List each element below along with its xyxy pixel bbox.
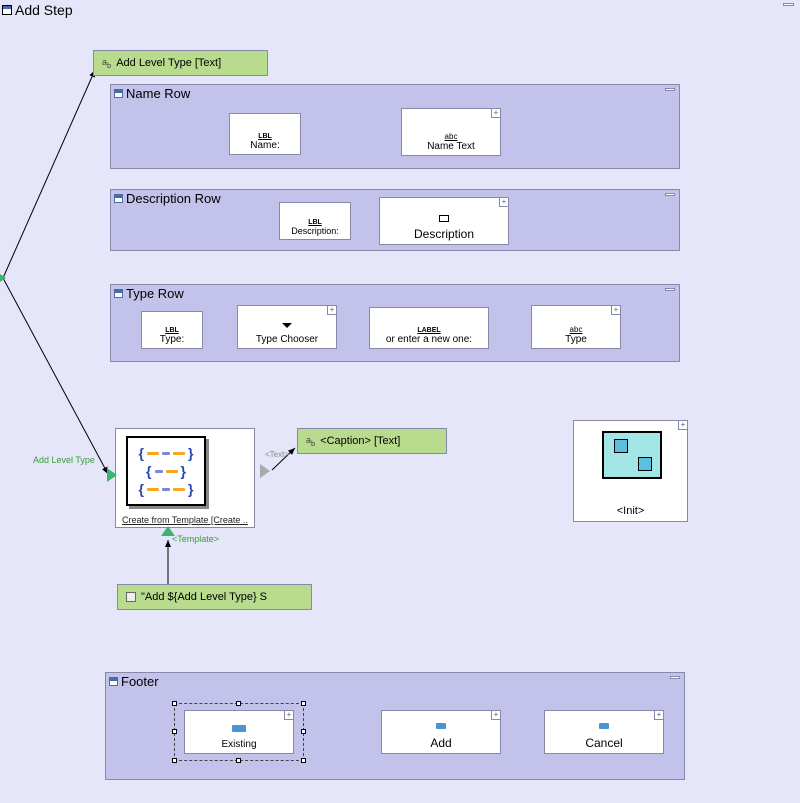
desc-row-title: Description Row [126, 191, 221, 206]
create-from-template-node[interactable]: {} {} {} Create from Template [Create .. [115, 428, 255, 528]
name-text-widget[interactable]: + abc Name Text [401, 108, 501, 156]
window-title: Add Step [15, 2, 73, 18]
port-text-out[interactable] [260, 464, 270, 478]
type-label-caption: Type: [145, 334, 199, 345]
expand-icon[interactable]: + [491, 711, 500, 720]
panel-minimize-icon[interactable] [665, 88, 675, 91]
window-title-bar: Add Step [0, 0, 75, 20]
panel-icon [109, 677, 118, 686]
or-enter-caption: or enter a new one: [373, 334, 485, 345]
expand-icon[interactable]: + [491, 109, 500, 118]
type-row-panel[interactable]: Type Row LBL Type: + Type Chooser LABEL … [110, 284, 680, 362]
rect-icon [439, 215, 449, 222]
panel-icon [114, 89, 123, 98]
name-label-widget[interactable]: LBL Name: [229, 113, 301, 155]
name-label-caption: Name: [233, 140, 297, 151]
panel-header: Footer [106, 673, 684, 690]
diagram-canvas[interactable]: Add Step ab Add Level Type [Text] Name R… [0, 0, 800, 803]
expand-icon[interactable]: + [327, 306, 336, 315]
panel-header: Name Row [111, 85, 679, 102]
type-text-widget[interactable]: + abc Type [531, 305, 621, 349]
expand-icon[interactable]: + [678, 421, 687, 430]
add-caption: Add [382, 736, 500, 750]
text-type-icon: ab [102, 57, 111, 70]
description-label-widget[interactable]: LBL Description: [279, 202, 351, 240]
lbl-icon: LBL [165, 327, 179, 334]
add-level-type-node[interactable]: ab Add Level Type [Text] [93, 50, 268, 76]
caption-node[interactable]: ab <Caption> [Text] [297, 428, 447, 454]
type-row-title: Type Row [126, 286, 184, 301]
port-text-label: <Text> [265, 450, 289, 459]
port-template-label: <Template> [172, 534, 219, 544]
init-caption: <Init> [574, 505, 687, 517]
footer-title: Footer [121, 674, 159, 689]
init-node[interactable]: + <Init> [573, 420, 688, 522]
cancel-caption: Cancel [545, 736, 663, 750]
type-chooser-widget[interactable]: + Type Chooser [237, 305, 337, 349]
panel-minimize-icon[interactable] [665, 288, 675, 291]
lbl-icon: LBL [308, 219, 322, 226]
button-icon [232, 725, 246, 732]
name-text-caption: Name Text [405, 141, 497, 152]
name-row-title: Name Row [126, 86, 190, 101]
template-caption: Create from Template [Create .. [118, 515, 252, 525]
panel-minimize-icon[interactable] [665, 193, 675, 196]
cancel-button-widget[interactable]: + Cancel [544, 710, 664, 754]
lbl-icon: LBL [258, 133, 272, 140]
text-type-icon: ab [306, 435, 315, 448]
type-chooser-caption: Type Chooser [241, 334, 333, 345]
template-preview: {} {} {} [126, 436, 206, 506]
port-add-level-type-in[interactable] [107, 468, 117, 482]
button-icon [599, 723, 609, 729]
port-add-level-type-label: Add Level Type [33, 455, 95, 465]
existing-button-widget[interactable]: + Existing [184, 710, 294, 754]
name-row-panel[interactable]: Name Row LBL Name: + abc Name Text [110, 84, 680, 169]
caption-node-label: <Caption> [Text] [320, 435, 400, 447]
template-string-node[interactable]: "Add ${Add Level Type} S [117, 584, 312, 610]
template-string-label: "Add ${Add Level Type} S [141, 591, 267, 603]
type-text-caption: Type [535, 334, 617, 345]
footer-panel[interactable]: Footer + Existing + Add + Cancel [105, 672, 685, 780]
init-preview [602, 431, 662, 479]
button-icon [436, 723, 446, 729]
desc-label-caption: Description: [283, 226, 347, 236]
existing-caption: Existing [185, 739, 293, 750]
expand-icon[interactable]: + [611, 306, 620, 315]
add-button-widget[interactable]: + Add [381, 710, 501, 754]
abc-icon: abc [570, 325, 583, 334]
panel-icon [114, 289, 123, 298]
add-level-type-label: Add Level Type [Text] [116, 57, 221, 69]
description-row-panel[interactable]: Description Row LBL Description: + Descr… [110, 189, 680, 251]
window-icon [2, 5, 12, 15]
label-icon: LABEL [417, 327, 440, 334]
panel-header: Type Row [111, 285, 679, 302]
expand-icon[interactable]: + [284, 711, 293, 720]
panel-minimize-icon[interactable] [670, 676, 680, 679]
expand-icon[interactable]: + [499, 198, 508, 207]
abc-icon: abc [445, 132, 458, 141]
type-label-widget[interactable]: LBL Type: [141, 311, 203, 349]
dropdown-icon [282, 323, 292, 328]
or-enter-widget[interactable]: LABEL or enter a new one: [369, 307, 489, 349]
desc-caption: Description [383, 227, 505, 241]
string-icon [126, 592, 136, 602]
expand-icon[interactable]: + [654, 711, 663, 720]
description-text-widget[interactable]: + Description [379, 197, 509, 245]
minimize-button[interactable] [783, 3, 794, 6]
side-input-port[interactable] [0, 270, 6, 286]
panel-icon [114, 194, 123, 203]
